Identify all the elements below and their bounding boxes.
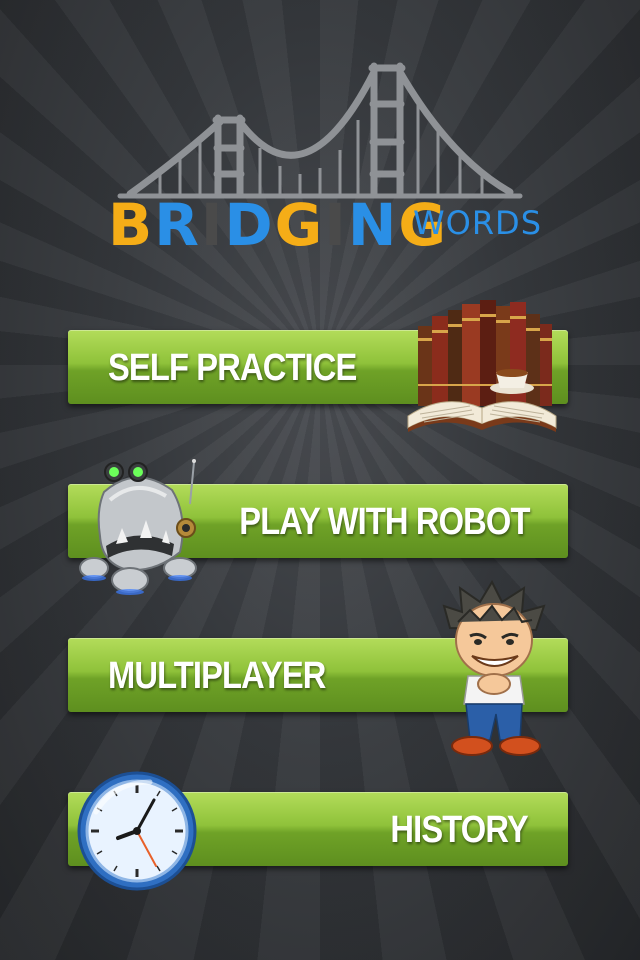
- cartoon-boy-icon: [442, 580, 546, 756]
- logo-letter: R: [154, 191, 201, 259]
- self-practice-label: SELF PRACTICE: [108, 347, 357, 389]
- app-logo: BRIDGING WORDS: [100, 58, 542, 254]
- play-with-robot-label: PLAY WITH ROBOT: [239, 501, 531, 543]
- logo-letter: B: [108, 191, 155, 259]
- logo-letter: I: [324, 191, 348, 259]
- clock-icon: [77, 771, 197, 891]
- logo-letter: D: [224, 191, 275, 259]
- logo-letter: G: [274, 191, 325, 259]
- logo-letter: I: [200, 191, 225, 259]
- multiplayer-label: MULTIPLAYER: [108, 655, 326, 697]
- books-teacup-icon: [407, 300, 557, 432]
- logo-subtitle: WORDS: [412, 204, 542, 242]
- history-label: HISTORY: [390, 809, 529, 851]
- robot-icon: [79, 459, 197, 595]
